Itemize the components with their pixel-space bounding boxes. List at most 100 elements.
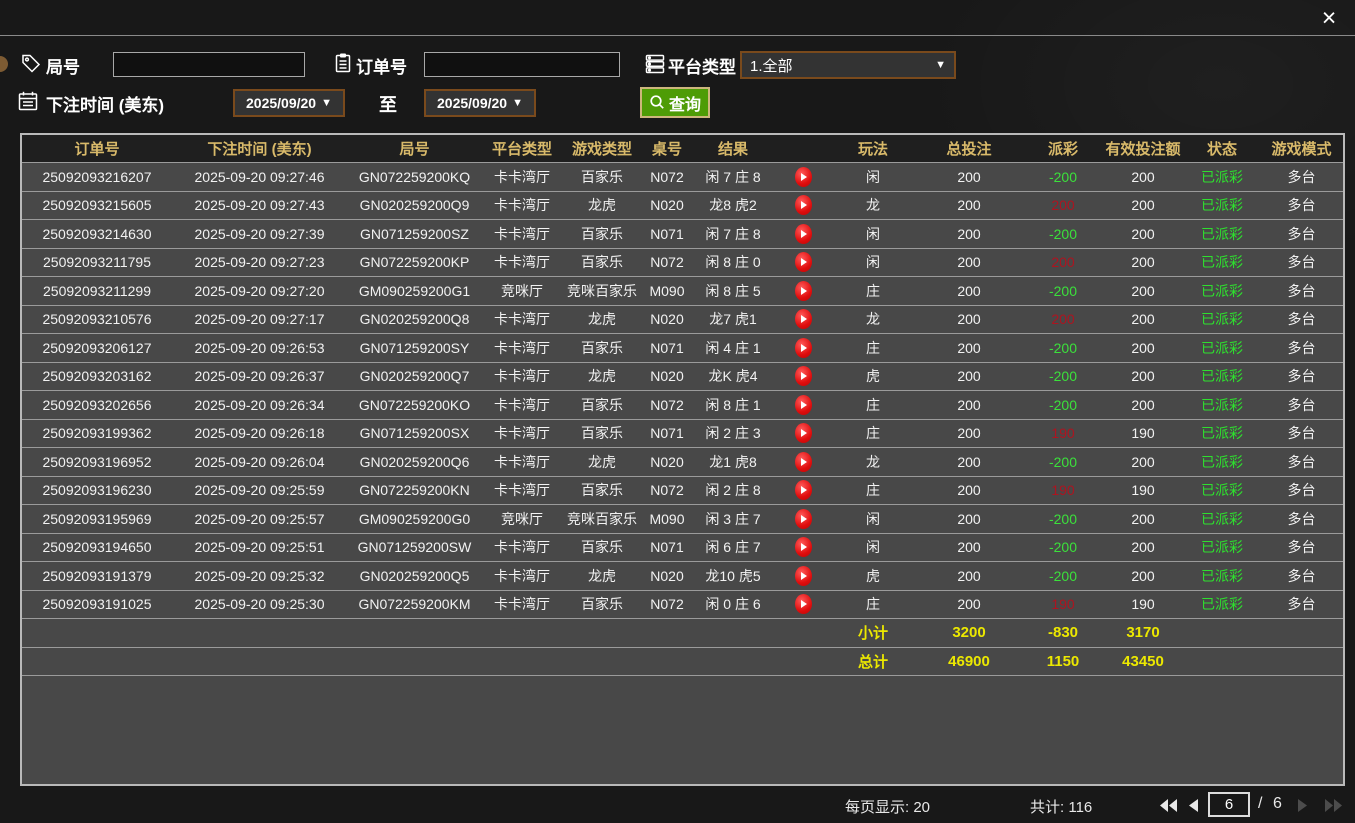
cell-status: 已派彩 [1184, 505, 1260, 533]
play-video-icon[interactable] [795, 309, 812, 329]
last-page-icon[interactable] [1324, 798, 1344, 814]
cell-table-no: N072 [642, 391, 692, 419]
cell-valid-bet: 200 [1102, 306, 1184, 334]
cell-valid-bet: 200 [1102, 363, 1184, 391]
first-page-icon[interactable] [1158, 798, 1178, 814]
date-from-picker[interactable]: 2025/09/20 ▼ [233, 89, 345, 117]
play-video-icon[interactable] [795, 566, 812, 586]
table-row[interactable]: 250920932026562025-09-20 09:26:34GN07225… [22, 390, 1343, 419]
table-row[interactable]: 250920932156052025-09-20 09:27:43GN02025… [22, 191, 1343, 220]
play-video-icon[interactable] [795, 224, 812, 244]
cell-round-id: GN020259200Q8 [347, 306, 482, 334]
play-video-icon[interactable] [795, 167, 812, 187]
cell-platform: 卡卡湾厅 [482, 448, 562, 476]
undefined [482, 619, 562, 647]
cell-round-id: GN072259200KQ [347, 163, 482, 191]
play-video-icon[interactable] [795, 395, 812, 415]
cell-table-no: M090 [642, 277, 692, 305]
column-header: 有效投注额 [1102, 135, 1184, 162]
cell-total-bet: 200 [914, 334, 1024, 362]
table-row[interactable]: 250920931969522025-09-20 09:26:04GN02025… [22, 447, 1343, 476]
cell-game-type: 百家乐 [562, 534, 642, 562]
order-input[interactable] [424, 52, 620, 77]
cell-bet-on: 闲 [832, 220, 914, 248]
total-label: 小计 [832, 619, 914, 647]
cell-round-id: GN071259200SY [347, 334, 482, 362]
play-video-icon[interactable] [795, 281, 812, 301]
cell-valid-bet: 200 [1102, 277, 1184, 305]
table-row[interactable]: 250920931962302025-09-20 09:25:59GN07225… [22, 476, 1343, 505]
cell-bet-on: 庄 [832, 591, 914, 619]
table-row[interactable]: 250920931913792025-09-20 09:25:32GN02025… [22, 561, 1343, 590]
cell-payout: -200 [1024, 220, 1102, 248]
play-video-icon[interactable] [795, 366, 812, 386]
table-row[interactable]: 250920932112992025-09-20 09:27:20GM09025… [22, 276, 1343, 305]
date-to-picker[interactable]: 2025/09/20 ▼ [424, 89, 536, 117]
cell-status: 已派彩 [1184, 420, 1260, 448]
cell-payout: 190 [1024, 420, 1102, 448]
cell-game-type: 百家乐 [562, 163, 642, 191]
play-video-icon[interactable] [795, 537, 812, 557]
cell-total-bet: 200 [914, 277, 1024, 305]
play-video-icon[interactable] [795, 594, 812, 614]
next-page-icon[interactable] [1296, 798, 1316, 814]
play-video-icon[interactable] [795, 509, 812, 529]
play-video-icon[interactable] [795, 338, 812, 358]
valid-bet-sum: 3170 [1102, 619, 1184, 647]
cell-round-id: GN072259200KM [347, 591, 482, 619]
bet-time-filter-label: 下注时间 (美东) [46, 91, 164, 116]
round-input[interactable] [113, 52, 305, 77]
calendar-icon [17, 90, 39, 112]
grand-total-row: 总计46900115043450 [22, 647, 1343, 676]
payout-sum: 1150 [1024, 648, 1102, 676]
prev-page-icon[interactable] [1186, 798, 1206, 814]
cell-status: 已派彩 [1184, 220, 1260, 248]
search-button[interactable]: 查询 [640, 87, 710, 118]
column-header: 玩法 [832, 135, 914, 162]
cell-bet-on: 虎 [832, 363, 914, 391]
play-video-icon[interactable] [795, 452, 812, 472]
chevron-down-icon: ▼ [321, 97, 332, 109]
cell-result: 闲 8 庄 5 [692, 277, 774, 305]
table-row[interactable]: 250920932031622025-09-20 09:26:37GN02025… [22, 362, 1343, 391]
cell-status: 已派彩 [1184, 477, 1260, 505]
cell-status: 已派彩 [1184, 334, 1260, 362]
cell-bet-time: 2025-09-20 09:25:32 [172, 562, 347, 590]
cell-total-bet: 200 [914, 249, 1024, 277]
cell-platform: 卡卡湾厅 [482, 420, 562, 448]
play-video-icon[interactable] [795, 252, 812, 272]
table-row[interactable]: 250920932146302025-09-20 09:27:39GN07125… [22, 219, 1343, 248]
cell-total-bet: 200 [914, 163, 1024, 191]
cell-bet-time: 2025-09-20 09:25:57 [172, 505, 347, 533]
table-row[interactable]: 250920932105762025-09-20 09:27:17GN02025… [22, 305, 1343, 334]
cell-total-bet: 200 [914, 591, 1024, 619]
close-icon[interactable]: × [1314, 3, 1344, 33]
play-video-icon[interactable] [795, 480, 812, 500]
cell-bet-time: 2025-09-20 09:26:53 [172, 334, 347, 362]
table-row[interactable]: 250920931959692025-09-20 09:25:57GM09025… [22, 504, 1343, 533]
cell-valid-bet: 200 [1102, 192, 1184, 220]
cell-order-id: 25092093214630 [22, 220, 172, 248]
cell-valid-bet: 200 [1102, 562, 1184, 590]
cell-game-mode: 多台 [1260, 363, 1343, 391]
table-row[interactable]: 250920932061272025-09-20 09:26:53GN07125… [22, 333, 1343, 362]
table-row[interactable]: 250920932117952025-09-20 09:27:23GN07225… [22, 248, 1343, 277]
play-video-icon[interactable] [795, 195, 812, 215]
table-row[interactable]: 250920932162072025-09-20 09:27:46GN07225… [22, 162, 1343, 191]
cell-game-type: 龙虎 [562, 562, 642, 590]
cell-table-no: N020 [642, 363, 692, 391]
cell-bet-time: 2025-09-20 09:26:18 [172, 420, 347, 448]
cell-order-id: 25092093203162 [22, 363, 172, 391]
cell-status: 已派彩 [1184, 562, 1260, 590]
table-row[interactable]: 250920931993622025-09-20 09:26:18GN07125… [22, 419, 1343, 448]
date-to-value: 2025/09/20 [437, 95, 507, 111]
current-page-input[interactable] [1208, 792, 1250, 817]
table-row[interactable]: 250920931946502025-09-20 09:25:51GN07125… [22, 533, 1343, 562]
platform-type-select[interactable]: 1.全部 ▼ [740, 51, 956, 79]
column-header: 游戏模式 [1260, 135, 1343, 162]
table-row[interactable]: 250920931910252025-09-20 09:25:30GN07225… [22, 590, 1343, 619]
cell-table-no: N020 [642, 192, 692, 220]
cell-bet-time: 2025-09-20 09:27:23 [172, 249, 347, 277]
column-header: 局号 [347, 135, 482, 162]
play-video-icon[interactable] [795, 423, 812, 443]
